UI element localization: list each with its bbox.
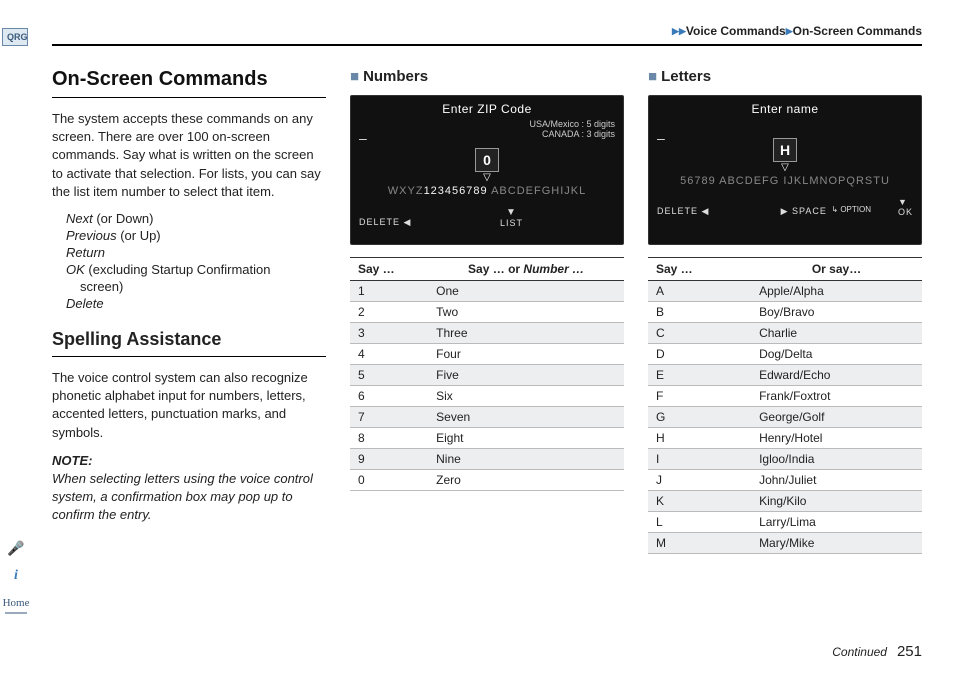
table-row: 1One (350, 281, 624, 302)
numbers-table: Say … Say … or Number … 1One2Two3Three4F… (350, 257, 624, 491)
table-row: IIgloo/India (648, 449, 922, 470)
selected-char: 0 (475, 148, 499, 172)
intro-text: The system accepts these commands on any… (52, 110, 326, 201)
table-row: LLarry/Lima (648, 512, 922, 533)
zip-screenshot: Enter ZIP Code USA/Mexico : 5 digitsCANA… (350, 95, 624, 245)
footer: Continued251 (832, 643, 922, 660)
table-row: MMary/Mike (648, 533, 922, 554)
note: NOTE: When selecting letters using the v… (52, 452, 326, 525)
letters-table: Say … Or say… AApple/AlphaBBoy/BravoCCha… (648, 257, 922, 554)
table-row: 0Zero (350, 470, 624, 491)
table-row: BBoy/Bravo (648, 302, 922, 323)
table-row: 3Three (350, 323, 624, 344)
table-row: JJohn/Juliet (648, 470, 922, 491)
table-row: CCharlie (648, 323, 922, 344)
table-row: 7Seven (350, 407, 624, 428)
table-row: AApple/Alpha (648, 281, 922, 302)
section-letters: ■Letters (648, 68, 922, 85)
triangle-icon: ▶▶ (672, 26, 686, 36)
table-row: 4Four (350, 344, 624, 365)
table-row: 5Five (350, 365, 624, 386)
table-row: DDog/Delta (648, 344, 922, 365)
table-row: 8Eight (350, 428, 624, 449)
triangle-icon: ▶ (786, 26, 793, 36)
section-numbers: ■Numbers (350, 68, 624, 85)
table-row: EEdward/Echo (648, 365, 922, 386)
page-title: On-Screen Commands (52, 68, 326, 91)
table-row: 6Six (350, 386, 624, 407)
table-row: HHenry/Hotel (648, 428, 922, 449)
name-screenshot: Enter name – H ▽ 56789 ABCDEFG IJKLMNOPQ… (648, 95, 922, 245)
table-row: GGeorge/Golf (648, 407, 922, 428)
body-text: The voice control system can also recogn… (52, 369, 326, 442)
subheading: Spelling Assistance (52, 329, 326, 350)
table-row: 2Two (350, 302, 624, 323)
table-row: KKing/Kilo (648, 491, 922, 512)
table-row: 9Nine (350, 449, 624, 470)
table-row: FFrank/Foxtrot (648, 386, 922, 407)
breadcrumb: ▶▶Voice Commands▶On-Screen Commands (52, 24, 922, 42)
selected-char: H (773, 138, 797, 162)
command-list: Next (or Down) Previous (or Up) Return O… (66, 211, 326, 311)
